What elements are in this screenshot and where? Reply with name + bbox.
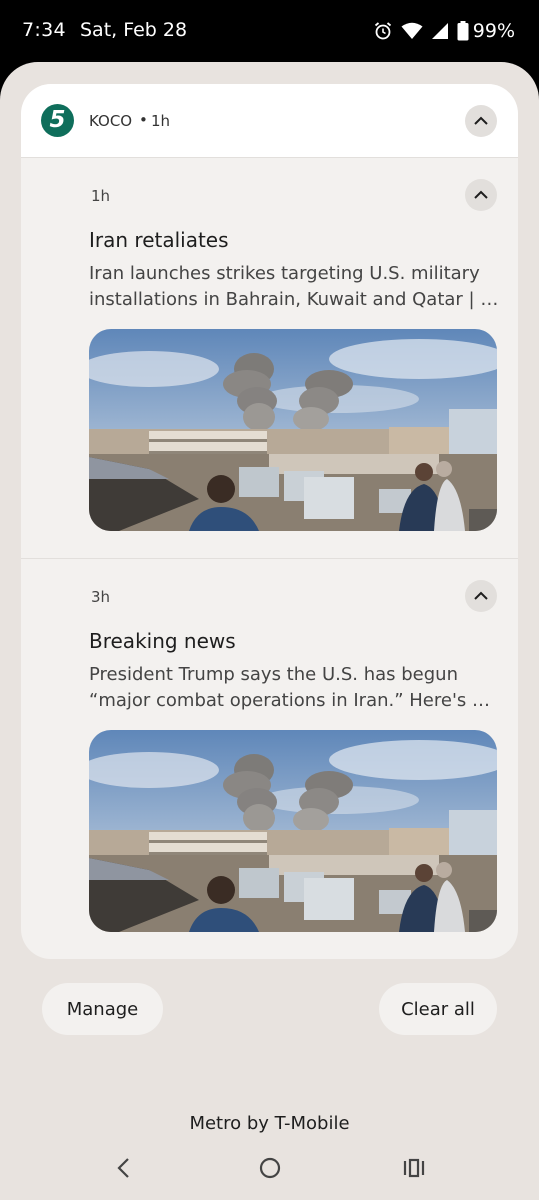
separator-dot: •	[139, 111, 148, 129]
status-bar: 7:34 Sat, Feb 28 99%	[0, 0, 539, 62]
battery-percent: 99%	[472, 20, 515, 42]
app-name: KOCO	[89, 112, 133, 130]
clear-all-button[interactable]: Clear all	[379, 983, 497, 1035]
notification-body-line: “major combat operations in Iran.” Here'…	[89, 690, 499, 711]
chevron-up-icon	[474, 591, 488, 600]
app-logo-text: 5	[49, 107, 66, 133]
battery-icon	[457, 21, 469, 41]
status-time: 7:34	[22, 19, 66, 41]
notification-title: Iran retaliates	[89, 228, 229, 252]
carrier-label: Metro by T-Mobile	[189, 1113, 350, 1134]
recents-icon	[403, 1158, 425, 1178]
manage-button[interactable]: Manage	[42, 983, 163, 1035]
collapse-notification-button[interactable]	[465, 179, 497, 211]
group-age: 1h	[151, 112, 171, 130]
home-icon	[259, 1157, 281, 1179]
notification-card[interactable]: 5 KOCO • 1h 1h Iran retaliates Iran laun…	[21, 84, 518, 959]
status-date: Sat, Feb 28	[80, 19, 188, 41]
notification-time: 3h	[91, 588, 111, 606]
notification-body-line: President Trump says the U.S. has begun	[89, 664, 458, 685]
notification-item[interactable]: 3h Breaking news President Trump says th…	[21, 558, 518, 959]
signal-icon	[431, 22, 449, 40]
chevron-up-icon	[474, 190, 488, 199]
status-icons: 99%	[373, 18, 515, 44]
notification-item[interactable]: 1h Iran retaliates Iran launches strikes…	[21, 157, 518, 558]
recents-button[interactable]	[402, 1156, 426, 1180]
collapse-group-button[interactable]	[465, 105, 497, 137]
home-button[interactable]	[258, 1156, 282, 1180]
alarm-icon	[373, 21, 393, 41]
notification-body-line: Iran launches strikes targeting U.S. mil…	[89, 263, 480, 284]
chevron-up-icon	[474, 116, 488, 125]
notification-body: Iran launches strikes targeting U.S. mil…	[89, 261, 499, 313]
notification-title: Breaking news	[89, 629, 236, 653]
notification-time: 1h	[91, 187, 111, 205]
wifi-icon	[401, 22, 423, 40]
back-button[interactable]	[112, 1156, 136, 1180]
collapse-notification-button[interactable]	[465, 580, 497, 612]
back-icon	[117, 1158, 129, 1178]
notification-image	[89, 730, 497, 932]
notification-body: President Trump says the U.S. has begun …	[89, 662, 499, 714]
app-logo: 5	[41, 104, 74, 137]
notification-body-line: installations in Bahrain, Kuwait and Qat…	[89, 289, 499, 310]
notification-image	[89, 329, 497, 531]
navigation-bar	[0, 1148, 539, 1188]
notification-group-header[interactable]: 5 KOCO • 1h	[21, 84, 518, 157]
